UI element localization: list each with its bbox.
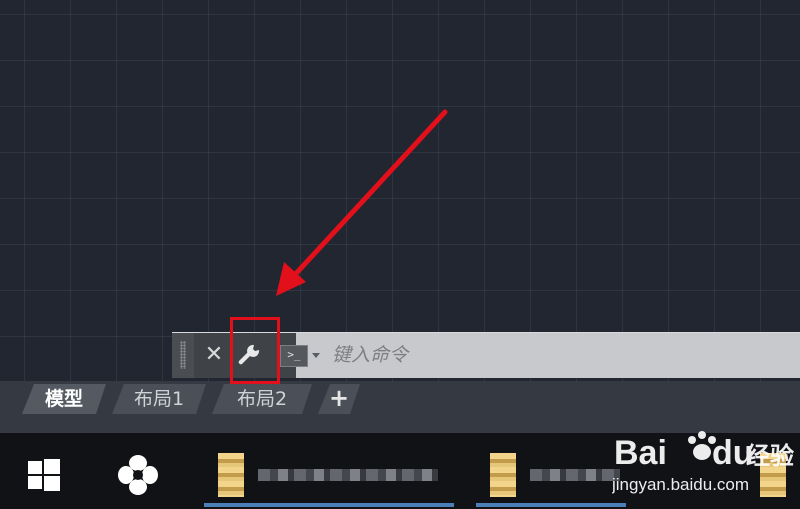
fan-icon[interactable] bbox=[116, 453, 160, 497]
command-line-grip-handle[interactable] bbox=[172, 333, 194, 378]
wrench-icon[interactable] bbox=[232, 338, 266, 372]
windows-taskbar bbox=[0, 433, 800, 509]
windows-logo-icon[interactable] bbox=[28, 459, 60, 491]
command-input[interactable] bbox=[332, 339, 792, 371]
drawing-canvas[interactable] bbox=[0, 0, 800, 381]
active-app-indicator bbox=[204, 503, 454, 507]
add-layout-button[interactable]: + bbox=[318, 384, 360, 414]
app-title-pixelated bbox=[530, 469, 620, 481]
layout-tab-strip: 模型 布局1 布局2 + bbox=[0, 381, 800, 433]
command-prompt-icon[interactable]: >_ bbox=[280, 345, 308, 367]
app-icon bbox=[490, 453, 516, 497]
grip-dots bbox=[180, 341, 186, 369]
app-icon bbox=[760, 453, 786, 497]
active-app-indicator bbox=[476, 503, 626, 507]
taskbar-app-item-3[interactable] bbox=[760, 447, 800, 507]
taskbar-app-item-1[interactable] bbox=[204, 447, 454, 507]
command-line-bar: ✕ >_ bbox=[172, 332, 800, 378]
tab-model[interactable]: 模型 bbox=[22, 384, 106, 414]
taskbar-app-item-2[interactable] bbox=[476, 447, 630, 507]
app-title-pixelated bbox=[258, 469, 438, 481]
tab-layout2[interactable]: 布局2 bbox=[212, 384, 312, 414]
tab-layout1[interactable]: 布局1 bbox=[112, 384, 206, 414]
app-icon bbox=[218, 453, 244, 497]
close-icon[interactable]: ✕ bbox=[202, 343, 226, 367]
chevron-down-icon[interactable] bbox=[310, 345, 322, 365]
